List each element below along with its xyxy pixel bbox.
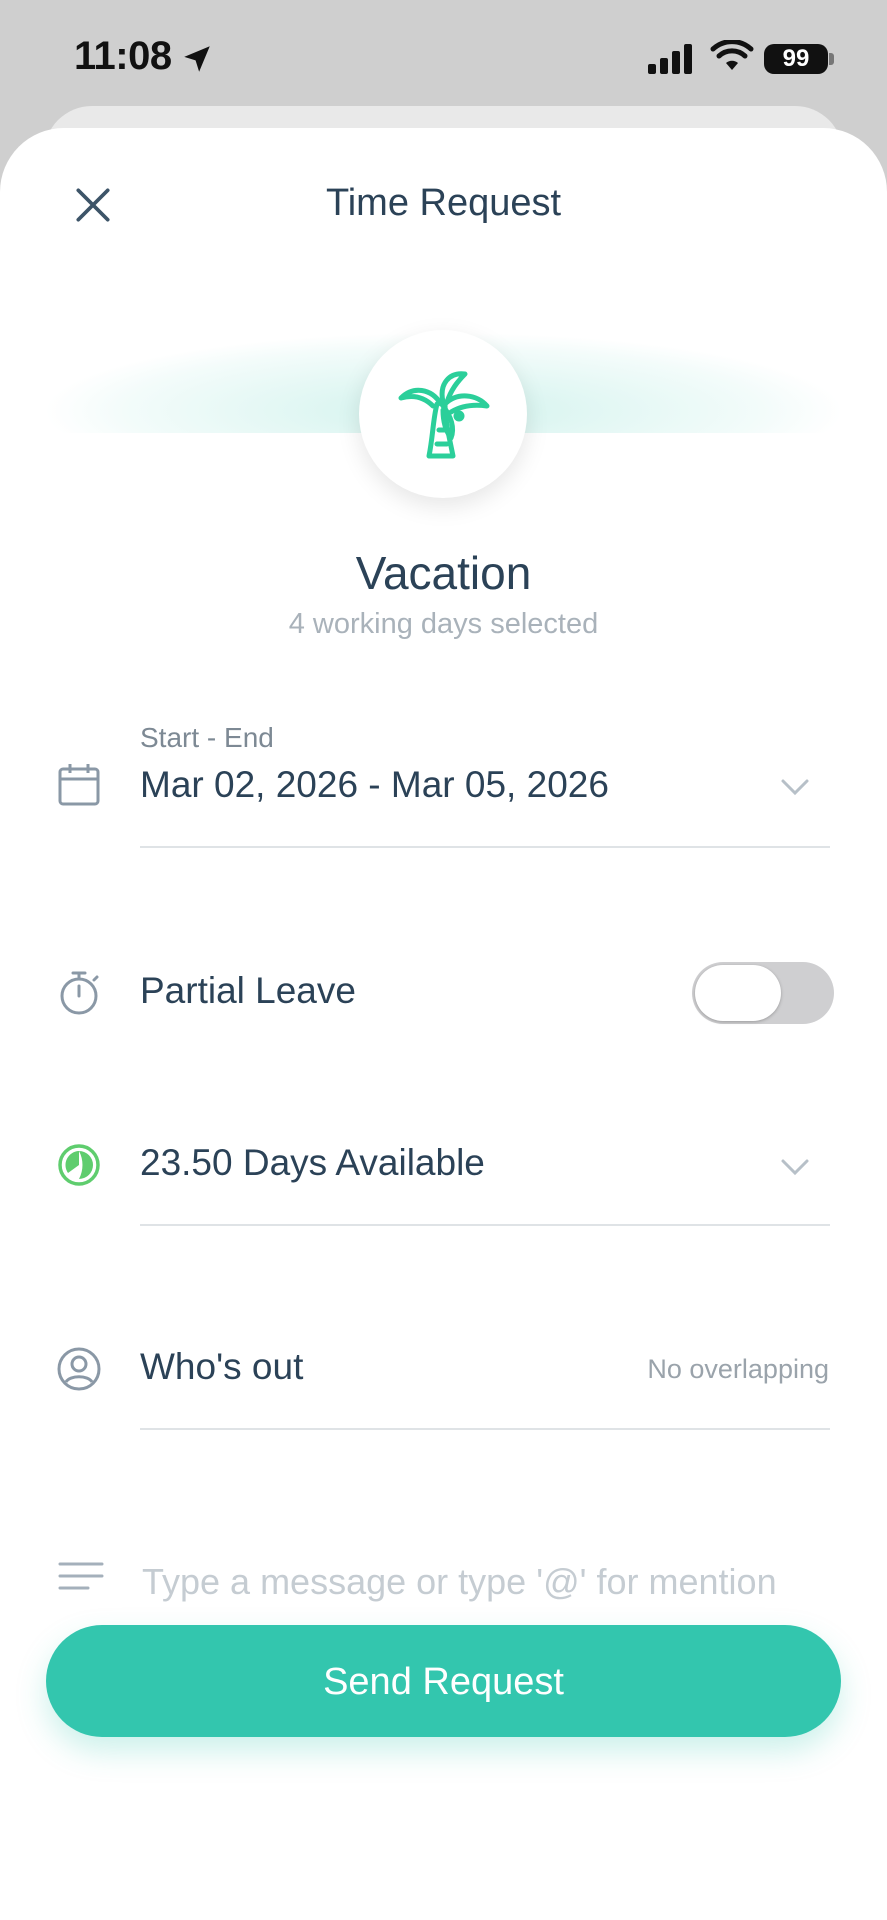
divider: [140, 1224, 830, 1226]
stopwatch-icon: [60, 971, 99, 1015]
cellular-signal-icon: [648, 44, 692, 74]
send-request-button[interactable]: Send Request: [46, 1625, 841, 1737]
date-range-value[interactable]: Mar 02, 2026 - Mar 05, 2026: [140, 764, 609, 806]
chevron-down-icon[interactable]: [780, 778, 810, 796]
calendar-icon: [58, 764, 100, 806]
time-request-sheet: Time Request Vacation 4 working days sel…: [0, 128, 887, 1920]
wifi-icon: [710, 40, 754, 70]
user-circle-icon: [57, 1347, 101, 1391]
balance-pie-icon: [58, 1144, 100, 1186]
message-input[interactable]: [140, 1560, 844, 1604]
status-time: 11:08: [74, 34, 172, 78]
chevron-down-icon[interactable]: [780, 1158, 810, 1176]
message-row: [0, 1548, 887, 1608]
battery-indicator: 99: [764, 44, 828, 74]
divider: [140, 1428, 830, 1430]
status-bar: 11:08 99: [0, 0, 887, 120]
partial-leave-toggle[interactable]: [692, 962, 834, 1024]
palm-tree-icon: [398, 371, 490, 459]
days-available-value[interactable]: 23.50 Days Available: [140, 1142, 485, 1184]
page-title: Time Request: [325, 182, 562, 224]
whos-out-label[interactable]: Who's out: [140, 1346, 303, 1388]
overlap-status: No overlapping: [647, 1354, 829, 1384]
toggle-knob: [695, 965, 781, 1021]
date-range-label: Start - End: [140, 722, 274, 753]
text-lines-icon: [58, 1562, 104, 1590]
location-arrow-icon: [184, 46, 210, 72]
leave-type-summary: 4 working days selected: [288, 608, 599, 640]
partial-leave-label: Partial Leave: [140, 970, 356, 1011]
leave-type-name: Vacation: [355, 547, 532, 599]
leave-type-badge: [359, 330, 527, 498]
divider: [140, 846, 830, 848]
battery-tip: [829, 53, 834, 65]
